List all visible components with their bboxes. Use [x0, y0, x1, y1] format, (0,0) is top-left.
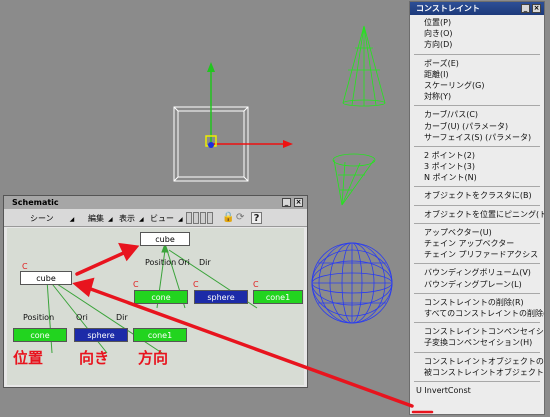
layout-icon[interactable]	[207, 212, 213, 224]
node-cone-top[interactable]: cone	[134, 290, 188, 304]
menu-item[interactable]: カーブ/パス(C)	[410, 109, 544, 120]
cone-wireframe-top[interactable]	[342, 25, 386, 107]
label-ori: Ori	[178, 258, 190, 267]
menu-item[interactable]: オブジェクトを位置にピニング(トグル)	[410, 209, 544, 220]
menu-item[interactable]: バウンディングボリューム(V)	[410, 267, 544, 278]
annotation-position: 位置	[13, 349, 44, 367]
menu-separator	[414, 222, 540, 224]
menu-item[interactable]: 被コンストレイントオブジェクトの選択	[410, 367, 544, 378]
schematic-title-bar: Schematic _ ×	[4, 196, 307, 209]
cone-wireframe-middle[interactable]	[332, 153, 376, 206]
menu-separator	[414, 105, 540, 107]
display-menu[interactable]: 表示 ◢	[119, 213, 144, 224]
annotation-direction: 方向	[138, 349, 169, 367]
menu-separator	[414, 292, 540, 294]
translate-gizmo[interactable]	[205, 62, 293, 148]
menu-separator	[414, 380, 540, 382]
menu-separator	[414, 351, 540, 353]
menu-item[interactable]: カーブ(U) (パラメータ)	[410, 121, 544, 132]
menu-item[interactable]: 3 ポイント(3)	[410, 161, 544, 172]
menu-item[interactable]: 距離(I)	[410, 69, 544, 80]
menu-item[interactable]: オブジェクトをクラスタに(B)	[410, 190, 544, 201]
menu-separator	[414, 145, 540, 147]
menu-item[interactable]: 向き(O)	[410, 28, 544, 39]
schematic-window: Schematic _ × シーン ◢ 編集 ◢ 表示 ◢ ビュー ◢ 🔒 ⟳ ?	[3, 195, 308, 388]
menu-item[interactable]: 対称(Y)	[410, 91, 544, 102]
schematic-canvas[interactable]: cube C cube Position Ori Dir C cone C sp…	[7, 228, 304, 385]
label-position: Position	[145, 258, 177, 267]
menu-item-list: 位置(P) 向き(O) 方向(D) ポーズ(E) 距離(I) スケーリング(G) 対称(Y)…	[410, 15, 544, 396]
constraint-menu: コンストレイント _ × 位置(P) 向き(O) 方向(D) ポーズ(E) 距離(I) ス…	[409, 1, 545, 415]
close-icon[interactable]: ×	[294, 198, 303, 207]
menu-item[interactable]: U InvertConst	[410, 385, 544, 396]
layout-icon[interactable]	[200, 212, 206, 224]
menu-item[interactable]: スケーリング(G)	[410, 80, 544, 91]
node-cube-top[interactable]: cube	[140, 232, 190, 246]
menu-item[interactable]: チェイン アップベクター	[410, 238, 544, 249]
label-position: Position	[23, 313, 55, 322]
label-dir: Dir	[116, 313, 128, 322]
menu-separator	[414, 186, 540, 188]
menu-item[interactable]: N ポイント(N)	[410, 172, 544, 183]
menu-item[interactable]: 子変換コンペンセイション(H)	[410, 337, 544, 348]
dropdown-arrow-icon: ◢	[178, 216, 183, 223]
node-sphere-top[interactable]: sphere	[194, 290, 248, 304]
schematic-title: Schematic	[12, 198, 59, 207]
refresh-icon[interactable]: ⟳	[236, 212, 244, 223]
node-cube-left[interactable]: cube	[20, 271, 72, 285]
menu-separator	[414, 204, 540, 206]
display-menu-label: 表示	[119, 214, 135, 223]
scene-menu-label: シーン	[30, 214, 54, 223]
view-menu[interactable]: ビュー ◢	[150, 213, 183, 224]
menu-separator	[414, 263, 540, 265]
menu-item[interactable]: 2 ポイント(2)	[410, 150, 544, 161]
constraint-marker: C	[193, 280, 199, 289]
annotation-orientation: 向き	[79, 349, 110, 367]
scene-menu[interactable]: シーン ◢	[30, 213, 74, 224]
dropdown-arrow-icon: ◢	[108, 216, 113, 223]
menu-item[interactable]: チェイン プリファードアクシス	[410, 249, 544, 260]
help-icon[interactable]: ?	[251, 212, 262, 224]
menu-item[interactable]: ポーズ(E)	[410, 58, 544, 69]
layout-icon[interactable]	[186, 212, 192, 224]
menu-item[interactable]: 方向(D)	[410, 39, 544, 50]
node-cone1-left[interactable]: cone1	[133, 328, 187, 342]
menu-item[interactable]: コンストレイントコンペンセイション(M)	[410, 326, 544, 337]
dropdown-arrow-icon: ◢	[139, 216, 144, 223]
minimize-icon[interactable]: _	[282, 198, 291, 207]
close-icon[interactable]: ×	[532, 4, 541, 13]
lock-icon[interactable]: 🔒	[222, 212, 234, 223]
constraint-marker: C	[253, 280, 259, 289]
minimize-icon[interactable]: _	[521, 4, 530, 13]
menu-item[interactable]: バウンディングプレーン(L)	[410, 279, 544, 290]
menu-item[interactable]: コンストレイントの削除(R)	[410, 297, 544, 308]
menu-item[interactable]: アップベクター(U)	[410, 227, 544, 238]
node-cone-left[interactable]: cone	[13, 328, 67, 342]
menu-item[interactable]: サーフェイス(S) (パラメータ)	[410, 132, 544, 143]
edit-menu[interactable]: 編集 ◢	[88, 213, 113, 224]
node-sphere-left[interactable]: sphere	[74, 328, 128, 342]
menu-item[interactable]: 位置(P)	[410, 17, 544, 28]
menu-title-bar: コンストレイント _ ×	[410, 2, 544, 15]
layout-icon[interactable]	[193, 212, 199, 224]
view-menu-label: ビュー	[150, 214, 174, 223]
schematic-toolbar: シーン ◢ 編集 ◢ 表示 ◢ ビュー ◢ 🔒 ⟳ ?	[4, 209, 307, 227]
menu-separator	[414, 53, 540, 55]
menu-title: コンストレイント	[416, 4, 480, 13]
menu-item[interactable]: コンストレイントオブジェクトの選択(F)	[410, 356, 544, 367]
sphere-wireframe[interactable]	[311, 242, 393, 324]
dropdown-arrow-icon: ◢	[69, 216, 75, 223]
label-dir: Dir	[199, 258, 211, 267]
edit-menu-label: 編集	[88, 214, 104, 223]
constraint-marker: C	[133, 280, 139, 289]
constraint-marker: C	[22, 262, 28, 271]
menu-separator	[414, 322, 540, 324]
label-ori: Ori	[76, 313, 88, 322]
node-cone1-top[interactable]: cone1	[253, 290, 303, 304]
menu-item[interactable]: すべてのコンストレイントの削除(A)	[410, 308, 544, 319]
